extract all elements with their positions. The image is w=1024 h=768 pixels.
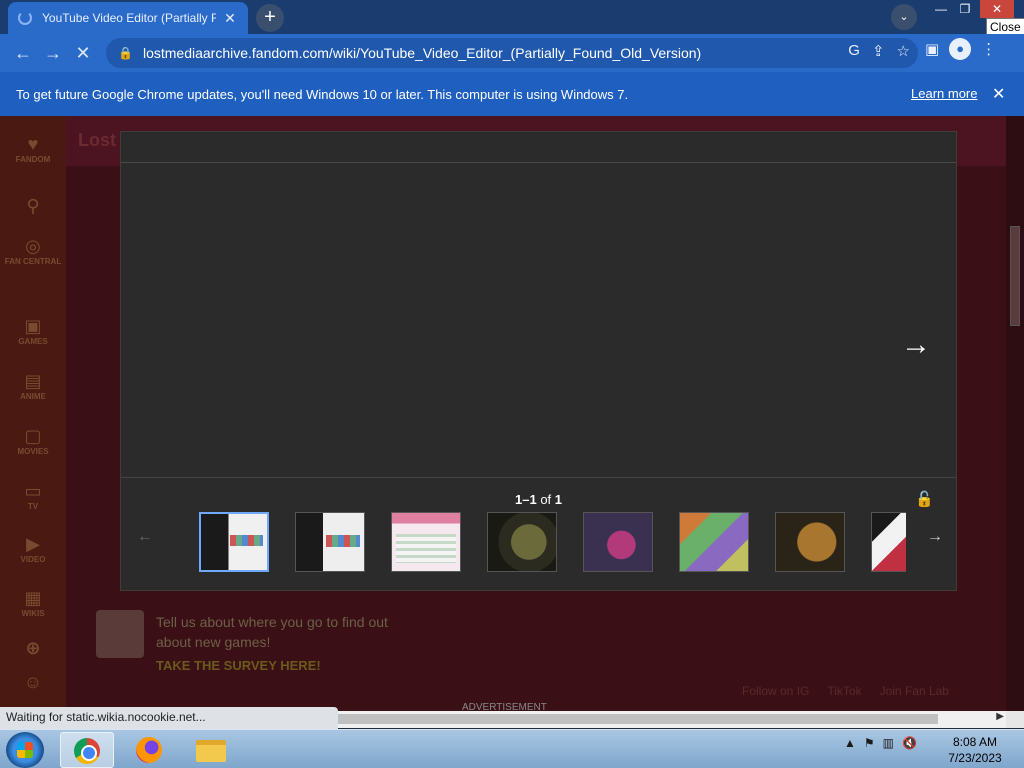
page-scrollbar[interactable]	[1006, 116, 1024, 711]
windows-taskbar: ▲ ⚑ ▥ 🔇 8:08 AM 7/23/2023	[0, 729, 1024, 768]
fandom-logo[interactable]: ♥ FANDOM	[4, 134, 62, 164]
clock-time: 8:08 AM	[952, 735, 998, 749]
infobar-close-icon[interactable]: ✕	[992, 84, 1005, 104]
horizontal-scrollbar[interactable]: ▶	[338, 711, 1006, 728]
thumbnail-strip: 1–1 of 1 🔓 ← →	[121, 477, 956, 591]
taskbar-chrome[interactable]	[60, 732, 114, 768]
infobar-message: To get future Google Chrome updates, you…	[16, 86, 629, 102]
horizontal-scrollbar-thumb[interactable]	[338, 714, 938, 724]
back-button[interactable]: ←	[8, 38, 38, 68]
survey-promo[interactable]: Tell us about where you go to find out a…	[96, 606, 436, 696]
stop-loading-button[interactable]: ✕	[68, 38, 98, 68]
survey-image	[96, 610, 144, 658]
thumbnail-7[interactable]	[775, 512, 845, 572]
rail-anime[interactable]: ▤ ANIME	[4, 371, 62, 401]
folder-icon	[196, 740, 226, 762]
right-rail-panel: Follow on IG TikTok Join Fan Lab	[662, 594, 1002, 704]
learn-more-link[interactable]: Learn more	[911, 86, 977, 101]
fandom-sidebar: ♥ FANDOM ⚲ ◎ FAN CENTRAL ▣ GAMES ▤ ANIME ▢ MO…	[0, 116, 66, 711]
loading-spinner-icon	[18, 11, 32, 25]
share-icon[interactable]: ⇪	[872, 42, 885, 60]
thumbnail-list	[199, 512, 906, 572]
tray-expand-icon[interactable]: ▲	[844, 736, 856, 750]
scroll-right-arrow-icon[interactable]: ▶	[996, 711, 1004, 722]
rail-fan-central[interactable]: ◎ FAN CENTRAL	[4, 236, 62, 266]
thumbnail-4[interactable]	[487, 512, 557, 572]
volume-muted-icon[interactable]: 🔇	[902, 736, 917, 750]
profile-avatar-icon[interactable]: ●	[949, 38, 972, 60]
survey-cta-link[interactable]: TAKE THE SURVEY HERE!	[156, 658, 321, 673]
taskbar-firefox[interactable]	[122, 732, 176, 768]
menu-kebab-icon[interactable]: ⋮	[981, 40, 996, 58]
google-lens-icon[interactable]: G	[848, 42, 860, 60]
follow-ig-link[interactable]: Follow on IG	[742, 684, 809, 698]
thumbnail-5[interactable]	[583, 512, 653, 572]
rail-wikis[interactable]: ▦ WIKIS	[4, 588, 62, 618]
thumbnail-2[interactable]	[295, 512, 365, 572]
toolbar-right-controls: ▣ ● ⋮	[925, 38, 996, 60]
scrollbar-corner	[1006, 711, 1024, 728]
forward-button[interactable]: →	[38, 38, 68, 68]
thumbnail-8[interactable]	[871, 512, 906, 572]
strip-next-arrow-icon[interactable]: →	[927, 528, 943, 546]
browser-titlebar: YouTube Video Editor (Partially F ✕ + ⌄ …	[0, 0, 1024, 36]
image-lightbox: → 1–1 of 1 🔓 ← →	[120, 131, 957, 591]
browser-toolbar: ← → ✕ 🔒 lostmediaarchive.fandom.com/wiki…	[0, 34, 1024, 72]
rail-add-icon[interactable]: ⊕	[4, 638, 62, 659]
rail-video[interactable]: ▶ VIDEO	[4, 534, 62, 564]
thumbnail-1[interactable]	[199, 512, 269, 572]
lock-icon[interactable]: 🔒	[118, 46, 133, 60]
new-tab-button[interactable]: +	[256, 4, 284, 32]
page-scrollbar-thumb[interactable]	[1010, 226, 1020, 326]
social-follow-links: Follow on IG TikTok Join Fan Lab	[742, 684, 949, 698]
taskbar-clock[interactable]: 8:08 AM 7/23/2023	[940, 734, 1010, 766]
wiki-name[interactable]: Lost	[78, 130, 116, 151]
advertisement-label: ADVERTISEMENT	[462, 702, 547, 711]
tab-close-icon[interactable]: ✕	[222, 10, 238, 27]
strip-prev-arrow-icon[interactable]: ←	[137, 528, 153, 546]
rail-games[interactable]: ▣ GAMES	[4, 316, 62, 346]
side-panel-icon[interactable]: ▣	[925, 40, 939, 58]
firefox-icon	[136, 737, 162, 763]
rail-movies[interactable]: ▢ MOVIES	[4, 426, 62, 456]
fan-lab-link[interactable]: Join Fan Lab	[880, 684, 949, 698]
unlock-icon[interactable]: 🔓	[915, 490, 934, 508]
counter-range: 1–1	[514, 492, 537, 507]
rail-user-icon[interactable]: ☺	[4, 672, 62, 693]
bookmark-star-icon[interactable]: ☆	[897, 42, 910, 60]
browser-tab[interactable]: YouTube Video Editor (Partially F ✕	[8, 2, 248, 34]
thumbnail-3[interactable]	[391, 512, 461, 572]
lightbox-header	[121, 132, 956, 163]
restore-button[interactable]: ❐	[952, 0, 978, 18]
tab-search-button[interactable]: ⌄	[891, 4, 917, 30]
address-bar[interactable]: 🔒 lostmediaarchive.fandom.com/wiki/YouTu…	[106, 38, 918, 68]
tiktok-link[interactable]: TikTok	[827, 684, 861, 698]
network-icon[interactable]: ▥	[883, 736, 894, 750]
tab-title: YouTube Video Editor (Partially F	[42, 11, 216, 25]
thumbnail-6[interactable]	[679, 512, 749, 572]
counter-of: of	[540, 492, 552, 507]
lightbox-next-arrow-icon[interactable]: →	[901, 328, 931, 362]
url-text: lostmediaarchive.fandom.com/wiki/YouTube…	[142, 45, 702, 61]
close-window-button[interactable]: ✕	[980, 0, 1014, 18]
update-infobar: To get future Google Chrome updates, you…	[0, 72, 1024, 116]
action-center-icon[interactable]: ⚑	[864, 736, 875, 750]
minimize-button[interactable]: —	[928, 0, 954, 18]
taskbar-explorer[interactable]	[184, 732, 238, 768]
status-bar: Waiting for static.wikia.nocookie.net...	[0, 707, 338, 729]
search-icon[interactable]: ⚲	[4, 196, 62, 217]
windows-logo-icon	[17, 742, 33, 758]
image-counter: 1–1 of 1	[121, 492, 956, 507]
rail-tv[interactable]: ▭ TV	[4, 481, 62, 511]
survey-text: Tell us about where you go to find out a…	[156, 614, 388, 650]
chrome-icon	[74, 738, 100, 764]
counter-total: 1	[554, 492, 563, 507]
system-tray: ▲ ⚑ ▥ 🔇	[844, 736, 917, 750]
start-button[interactable]	[6, 732, 44, 768]
clock-date: 7/23/2023	[948, 751, 1002, 765]
